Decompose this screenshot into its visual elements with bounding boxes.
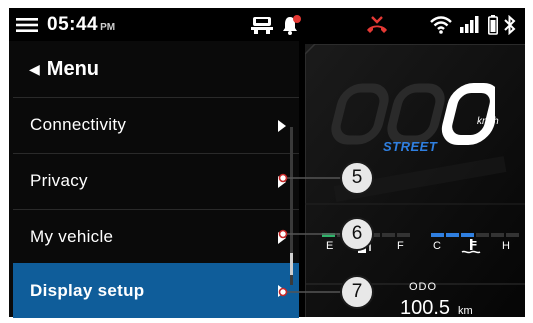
status-bar: 05:44 PM bbox=[9, 8, 525, 41]
temp-high-label: H bbox=[502, 240, 510, 252]
battery-icon bbox=[488, 8, 498, 41]
temp-low-label: C bbox=[433, 240, 441, 252]
odo-value: 100.5 bbox=[400, 297, 451, 319]
menu-item-label: Privacy bbox=[30, 171, 88, 190]
wifi-icon bbox=[430, 8, 452, 41]
menu-item-my-vehicle[interactable]: My vehicle bbox=[13, 209, 299, 264]
missed-call-icon bbox=[366, 8, 388, 41]
coolant-temp-icon bbox=[461, 239, 481, 254]
clock-time: 05:44 bbox=[47, 13, 99, 35]
hamburger-menu-icon[interactable] bbox=[16, 8, 38, 41]
chevron-right-icon bbox=[277, 98, 287, 153]
menu-item-connectivity[interactable]: Connectivity bbox=[13, 97, 299, 152]
vehicle-icon bbox=[251, 8, 273, 41]
speed-digits bbox=[331, 83, 495, 145]
callout-7: 7 bbox=[340, 275, 374, 309]
signal-icon bbox=[460, 8, 480, 41]
odo-label: ODO bbox=[409, 281, 438, 293]
clock: 05:44 PM bbox=[47, 8, 115, 41]
speed-unit: km/h bbox=[477, 116, 499, 127]
menu-back-button[interactable]: ◀ Menu bbox=[9, 41, 299, 97]
fuel-high-label: F bbox=[397, 240, 404, 252]
menu-item-label: My vehicle bbox=[30, 227, 114, 246]
menu-item-label: Connectivity bbox=[30, 115, 127, 134]
ride-mode: STREET bbox=[383, 139, 438, 154]
back-arrow-icon: ◀ bbox=[29, 60, 40, 77]
notification-bell-icon[interactable] bbox=[281, 8, 303, 41]
callout-6: 6 bbox=[340, 217, 374, 251]
bluetooth-icon bbox=[503, 8, 517, 41]
clock-ampm: PM bbox=[100, 22, 116, 33]
menu-title: Menu bbox=[46, 57, 99, 80]
menu-item-label: Display setup bbox=[30, 280, 145, 300]
menu-panel: ◀ Menu Connectivity Privacy My vehicle D… bbox=[9, 41, 299, 318]
menu-item-display-setup[interactable]: Display setup bbox=[13, 263, 299, 318]
menu-item-privacy[interactable]: Privacy bbox=[13, 153, 299, 208]
odo-unit: km bbox=[458, 305, 473, 317]
callout-5: 5 bbox=[340, 161, 374, 195]
